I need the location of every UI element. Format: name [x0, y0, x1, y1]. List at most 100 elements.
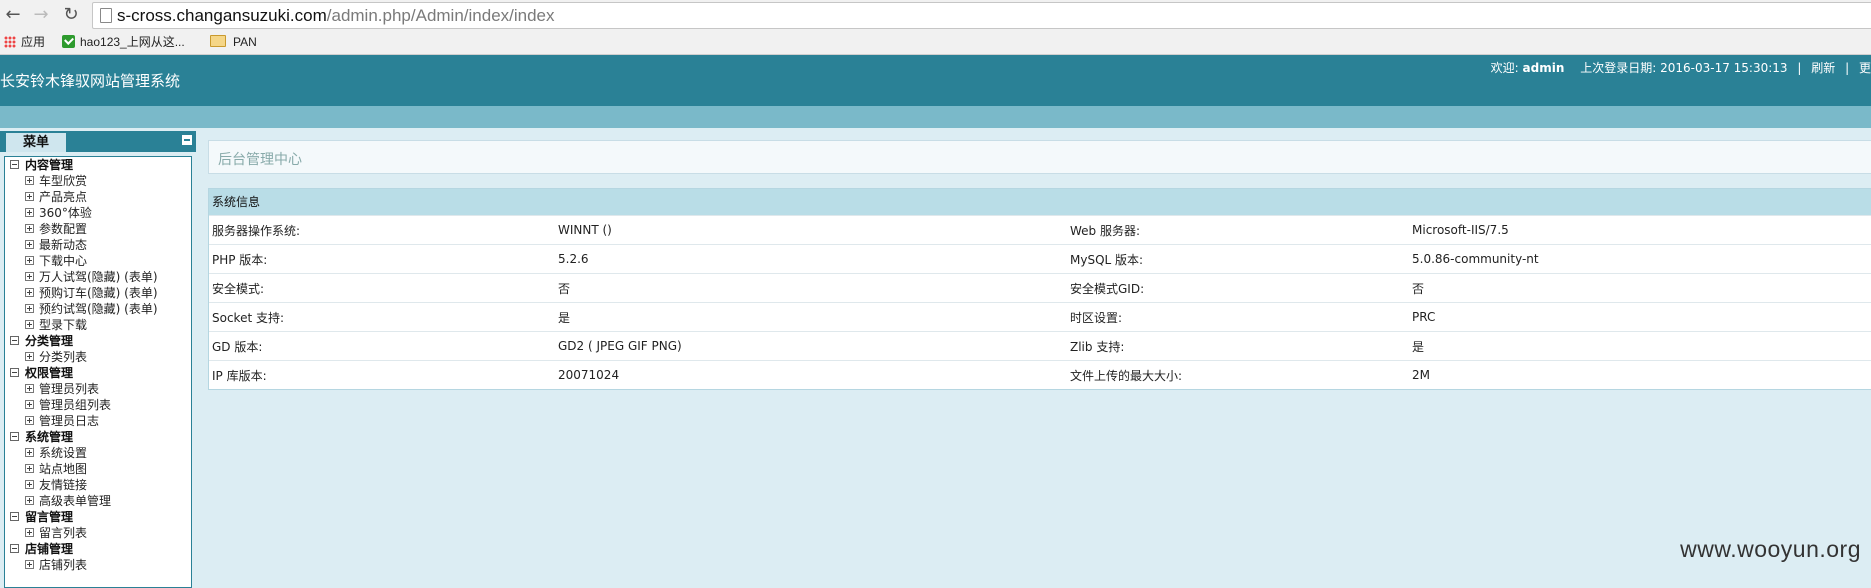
collapse-box-icon[interactable] — [10, 368, 19, 377]
menu-group-title[interactable]: 店铺管理 — [5, 541, 191, 557]
menu-tree: 内容管理 车型欣赏 产品亮点 360°体验 参数配置 最新动态 下载中心万人试驾(隐藏) (… — [4, 156, 192, 588]
expand-box-icon — [25, 448, 34, 457]
menu-group-title[interactable]: 内容管理 — [5, 157, 191, 173]
menu-item-label: 万人试驾(隐藏) (表单) — [39, 270, 158, 284]
expand-box-icon — [25, 256, 34, 265]
menu-item[interactable]: 管理员日志 — [5, 413, 191, 429]
menu-group: 分类管理 分类列表 — [5, 333, 191, 365]
menu-item[interactable]: 管理员列表 — [5, 381, 191, 397]
expand-box-icon — [25, 208, 34, 217]
menu-item[interactable]: 预约试驾(隐藏) (表单) — [5, 301, 191, 317]
back-arrow-icon[interactable]: ← — [2, 4, 24, 26]
url-text: s-cross.changansuzuki.com/admin.php/Admi… — [117, 6, 555, 25]
menu-group: 系统管理 系统设置 站点地图 友情链接 高级表单管理 — [5, 429, 191, 509]
expand-box-icon — [25, 192, 34, 201]
menu-item[interactable]: 型录下载 — [5, 317, 191, 333]
menu-item[interactable]: 站点地图 — [5, 461, 191, 477]
expand-box-icon — [25, 384, 34, 393]
menu-item-label: 360°体验 — [39, 206, 92, 220]
collapse-box-icon[interactable] — [10, 160, 19, 169]
tab-menu[interactable]: 菜单 — [6, 133, 66, 152]
sidebar: 菜单 内容管理 车型欣赏 产品亮点 360°体验 参数配置 最新动态 下载中心万人试驾(隐藏… — [0, 128, 198, 588]
bookmark-pan[interactable]: PAN — [210, 33, 257, 51]
expand-box-icon — [25, 288, 34, 297]
page-title: 后台管理中心 — [218, 152, 302, 168]
main-content: 后台管理中心 系统信息 服务器操作系统: WINNT () Web 服务器: Micr… — [198, 128, 1871, 579]
address-bar[interactable]: s-cross.changansuzuki.com/admin.php/Admi… — [92, 2, 1871, 29]
info-value: 20071024 — [555, 360, 1067, 389]
menu-item[interactable]: 360°体验 — [5, 205, 191, 221]
expand-box-icon — [25, 352, 34, 361]
system-info-panel: 系统信息 服务器操作系统: WINNT () Web 服务器: Microsoft-I… — [208, 188, 1871, 390]
refresh-link[interactable]: 刷新 — [1811, 61, 1835, 75]
expand-box-icon — [25, 400, 34, 409]
bookmark-apps[interactable]: 应用 — [4, 33, 45, 51]
menu-item-label: 留言列表 — [39, 526, 88, 540]
hao123-icon — [62, 35, 75, 48]
info-label: Zlib 支持: — [1067, 331, 1409, 361]
menu-item[interactable]: 管理员组列表 — [5, 397, 191, 413]
collapse-box-icon[interactable] — [10, 512, 19, 521]
table-row: GD 版本: GD2 ( JPEG GIF PNG) Zlib 支持: 是 — [209, 331, 1871, 361]
info-value: 是 — [1409, 331, 1871, 361]
menu-group-title[interactable]: 权限管理 — [5, 365, 191, 381]
menu-item-label: 预约试驾(隐藏) (表单) — [39, 302, 158, 316]
menu-item-label: 下载中心 — [39, 254, 88, 268]
info-value: PRC — [1409, 302, 1871, 332]
menu-item-label: 友情链接 — [39, 478, 88, 492]
info-value: 是 — [555, 302, 1067, 332]
table-row: 服务器操作系统: WINNT () Web 服务器: Microsoft-IIS/7.… — [209, 215, 1871, 245]
menu-item-label: 型录下载 — [39, 318, 88, 332]
menu-item[interactable]: 参数配置 — [5, 221, 191, 237]
menu-item[interactable]: 系统设置 — [5, 445, 191, 461]
menu-item[interactable]: 万人试驾(隐藏) (表单) — [5, 269, 191, 285]
info-label: 安全模式GID: — [1067, 273, 1409, 303]
info-value: WINNT () — [555, 215, 1067, 245]
collapse-box-icon[interactable] — [10, 432, 19, 441]
collapse-box-icon[interactable] — [10, 336, 19, 345]
menu-item-label: 系统设置 — [39, 446, 88, 460]
menu-item[interactable]: 预购订车(隐藏) (表单) — [5, 285, 191, 301]
info-value: 5.2.6 — [555, 244, 1067, 274]
menu-item[interactable]: 下载中心 — [5, 253, 191, 269]
sub-header-bar — [0, 106, 1871, 128]
bookmark-hao123[interactable]: hao123_上网从这... — [62, 33, 185, 51]
menu-item[interactable]: 留言列表 — [5, 525, 191, 541]
menu-item-label: 车型欣赏 — [39, 174, 88, 188]
forward-arrow-icon[interactable]: → — [30, 4, 52, 26]
info-label: 安全模式: — [209, 273, 555, 303]
expand-box-icon — [25, 496, 34, 505]
info-label: 文件上传的最大大小: — [1067, 360, 1409, 389]
menu-item[interactable]: 产品亮点 — [5, 189, 191, 205]
watermark: www.wooyun.org — [1680, 536, 1861, 562]
menu-group-label: 店铺管理 — [25, 542, 74, 556]
collapse-icon[interactable] — [182, 135, 192, 145]
menu-item[interactable]: 最新动态 — [5, 237, 191, 253]
reload-icon[interactable]: ↻ — [60, 4, 82, 26]
menu-item-label: 管理员组列表 — [39, 398, 112, 412]
expand-box-icon — [25, 320, 34, 329]
more-link[interactable]: 更 — [1859, 61, 1871, 75]
info-value: Microsoft-IIS/7.5 — [1409, 215, 1871, 245]
menu-group: 权限管理 管理员列表管理员组列表 管理员日志 — [5, 365, 191, 429]
menu-item[interactable]: 分类列表 — [5, 349, 191, 365]
page-icon — [100, 8, 112, 23]
menu-item[interactable]: 友情链接 — [5, 477, 191, 493]
menu-item[interactable]: 店铺列表 — [5, 557, 191, 573]
site-title: 长安铃木锋驭网站管理系统 — [0, 72, 181, 90]
menu-group-title[interactable]: 留言管理 — [5, 509, 191, 525]
menu-group: 内容管理 车型欣赏 产品亮点 360°体验 参数配置 最新动态 下载中心万人试驾(隐藏) (… — [5, 157, 191, 333]
menu-item[interactable]: 高级表单管理 — [5, 493, 191, 509]
menu-item-label: 预购订车(隐藏) (表单) — [39, 286, 158, 300]
menu-group-title[interactable]: 分类管理 — [5, 333, 191, 349]
menu-group-title[interactable]: 系统管理 — [5, 429, 191, 445]
menu-item[interactable]: 车型欣赏 — [5, 173, 191, 189]
menu-item-label: 管理员列表 — [39, 382, 100, 396]
info-label: MySQL 版本: — [1067, 244, 1409, 274]
info-value: GD2 ( JPEG GIF PNG) — [555, 331, 1067, 361]
info-value: 否 — [555, 273, 1067, 303]
collapse-box-icon[interactable] — [10, 544, 19, 553]
system-info-table: 服务器操作系统: WINNT () Web 服务器: Microsoft-IIS/7.… — [209, 215, 1871, 389]
username: admin — [1522, 61, 1565, 75]
menu-item-label: 参数配置 — [39, 222, 88, 236]
